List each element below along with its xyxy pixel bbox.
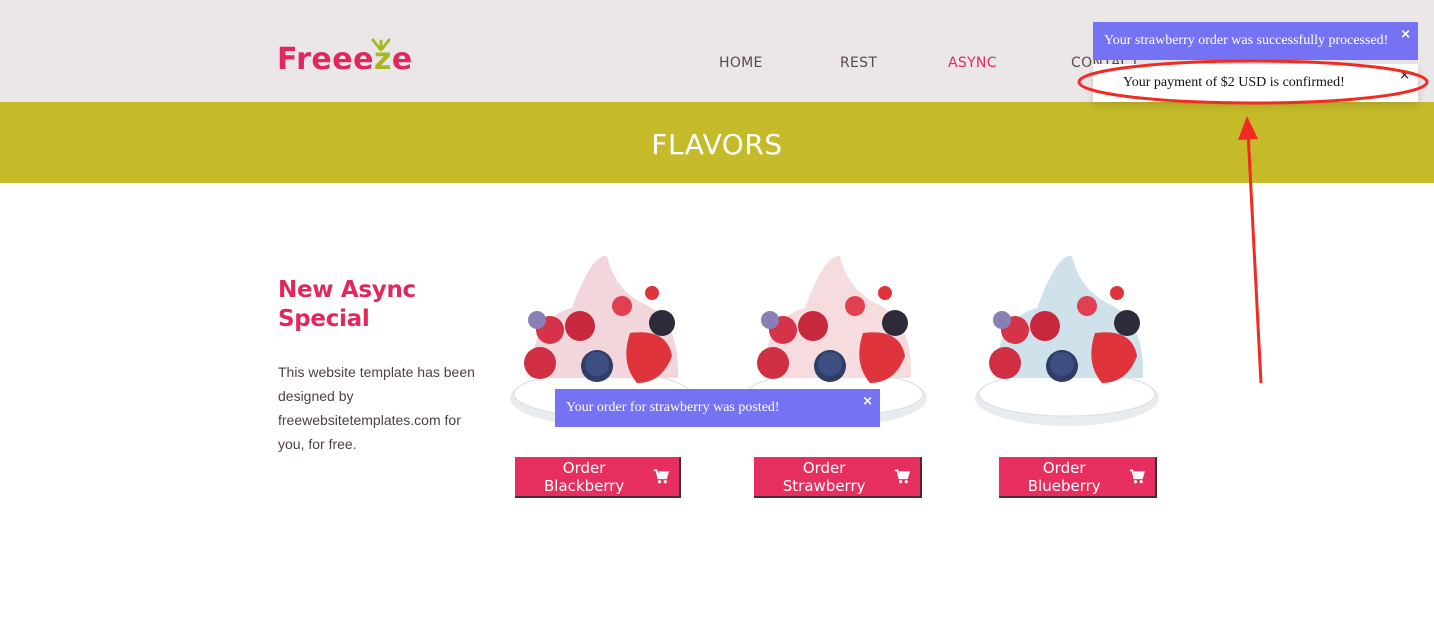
nav-rest[interactable]: REST: [840, 55, 877, 71]
sprout-icon: [371, 38, 391, 51]
close-icon[interactable]: ×: [1400, 27, 1411, 42]
blueberry-froyo-image: [975, 255, 1159, 426]
site-logo[interactable]: Freeeze: [277, 38, 413, 80]
order-processed-toast: Your strawberry order was successfully p…: [1093, 22, 1418, 60]
order-strawberry-button[interactable]: Order Strawberry: [754, 457, 922, 498]
toast-message: Your strawberry order was successfully p…: [1104, 33, 1389, 48]
order-button-label: Order Blackberry: [543, 458, 625, 495]
promo-title: New Async Special: [278, 277, 416, 332]
payment-confirmed-toast: Your payment of $2 USD is confirmed! ×: [1093, 64, 1418, 102]
page-title: FLAVORS: [651, 128, 783, 161]
toast-message: Your order for strawberry was posted!: [566, 400, 780, 415]
nav-async[interactable]: ASYNC: [948, 55, 997, 71]
order-blackberry-button[interactable]: Order Blackberry: [515, 457, 681, 498]
flavors-banner: FLAVORS: [0, 102, 1434, 183]
order-posted-toast: Your order for strawberry was posted! ×: [555, 389, 880, 427]
cart-icon: [1130, 469, 1145, 484]
order-button-label: Order Blueberry: [1027, 458, 1101, 495]
order-button-label: Order Strawberry: [782, 458, 866, 495]
close-icon[interactable]: ×: [862, 394, 873, 409]
cart-icon: [895, 469, 910, 484]
nav-home[interactable]: HOME: [719, 55, 763, 71]
toast-message: Your payment of $2 USD is confirmed!: [1123, 75, 1345, 90]
cart-icon: [654, 469, 669, 484]
close-icon[interactable]: ×: [1399, 68, 1410, 83]
promo-text: This website template has been designed …: [278, 364, 475, 452]
order-blueberry-button[interactable]: Order Blueberry: [999, 457, 1157, 498]
